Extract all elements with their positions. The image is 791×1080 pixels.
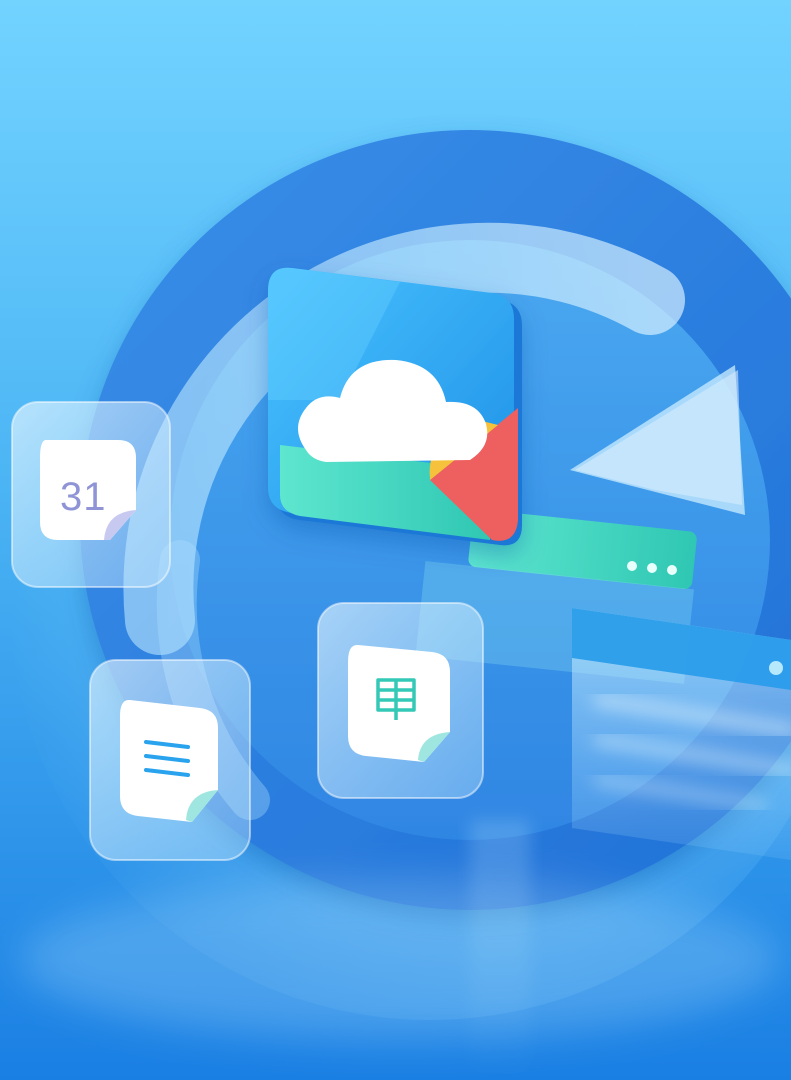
calendar-label-layer: 31 [60, 475, 107, 519]
sync-illustration: 31 [0, 0, 791, 1080]
calendar-day-number: 31 [60, 475, 107, 519]
